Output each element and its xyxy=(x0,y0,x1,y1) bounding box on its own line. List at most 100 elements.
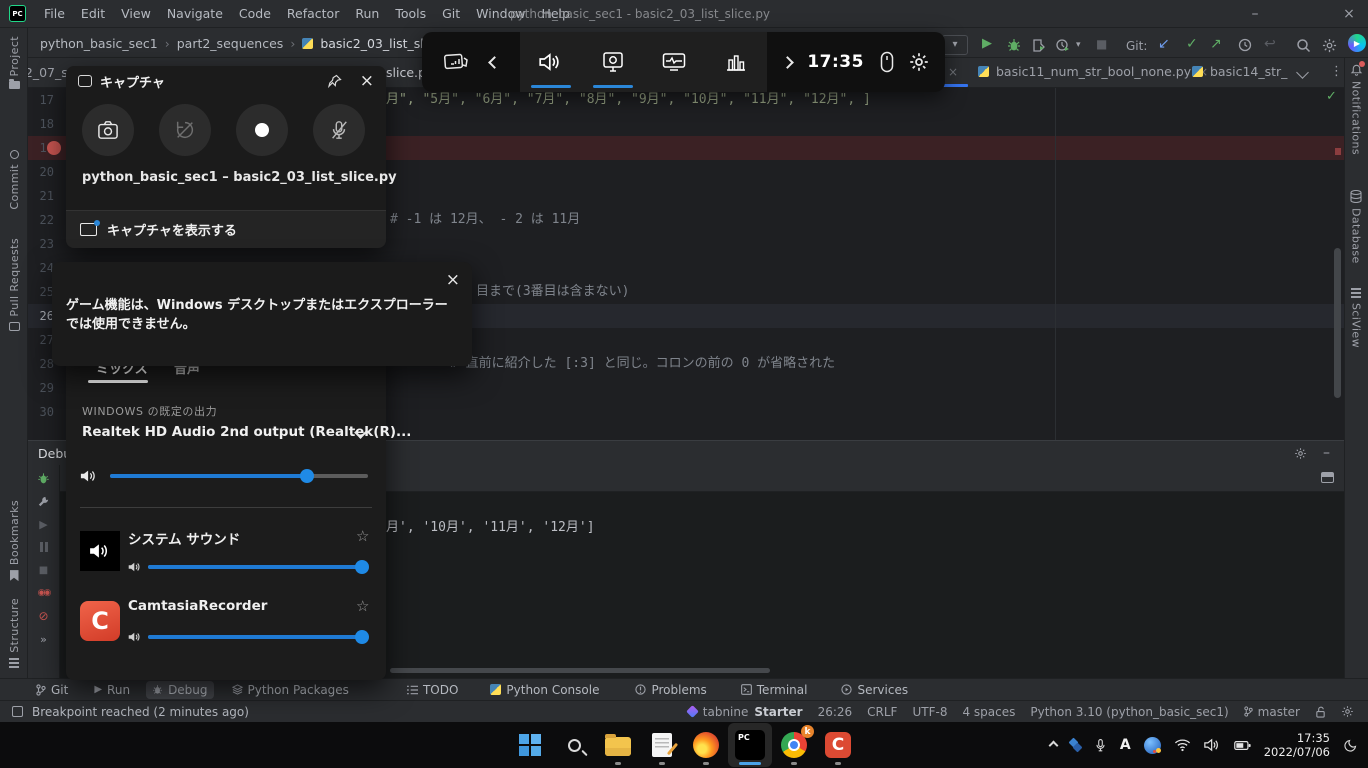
mouse-settings-icon[interactable] xyxy=(880,51,894,73)
screenshot-camera-button[interactable] xyxy=(82,104,134,156)
status-message[interactable]: Breakpoint reached (2 minutes ago) xyxy=(32,705,249,719)
run-button[interactable]: ▶ xyxy=(982,36,992,51)
tab-options-kebab-icon[interactable]: ⋮ xyxy=(1330,64,1343,79)
favorite-star-icon[interactable]: ☆ xyxy=(356,527,369,545)
focus-assist-moon-icon[interactable] xyxy=(1343,738,1358,753)
gamebar-chevron-left-icon[interactable] xyxy=(488,56,501,69)
stripe-database[interactable]: Database xyxy=(1344,190,1368,264)
layout-settings-icon[interactable] xyxy=(1321,472,1334,483)
tab-basic14[interactable]: basic14_str_arit xyxy=(1192,64,1288,79)
run-coverage-button[interactable] xyxy=(1032,38,1046,52)
taskbar-search-button[interactable] xyxy=(552,723,596,767)
toolbtn-terminal[interactable]: Terminal xyxy=(735,681,814,699)
git-push-button[interactable]: ↗ xyxy=(1210,36,1222,52)
ime-mode-icon[interactable]: A xyxy=(1120,737,1131,753)
stripe-bookmarks[interactable]: Bookmarks xyxy=(0,500,28,581)
rerun-debug-icon[interactable] xyxy=(37,471,51,485)
indent-style[interactable]: 4 spaces xyxy=(962,705,1015,719)
start-recording-button[interactable] xyxy=(236,104,288,156)
tabnine-widget[interactable]: tabnine Starter xyxy=(688,705,803,719)
menu-edit[interactable]: Edit xyxy=(73,0,113,28)
readonly-lock-icon[interactable] xyxy=(1315,706,1326,718)
toolbtn-python-packages[interactable]: Python Packages xyxy=(226,681,355,699)
git-commit-button[interactable]: ✓ xyxy=(1186,36,1198,52)
line-ending[interactable]: CRLF xyxy=(867,705,897,719)
console-horizontal-scrollbar[interactable] xyxy=(390,668,770,673)
search-everywhere-button[interactable] xyxy=(1296,38,1311,53)
battery-icon[interactable] xyxy=(1234,739,1251,752)
stripe-project[interactable]: Project xyxy=(0,36,28,89)
toolbtn-python-console[interactable]: Python Console xyxy=(484,681,605,699)
start-button[interactable] xyxy=(508,723,552,767)
view-breakpoints-icon[interactable]: ◉◉ xyxy=(37,586,51,600)
wifi-icon[interactable] xyxy=(1174,738,1191,752)
gamebar-settings-gear-icon[interactable] xyxy=(909,52,929,72)
tray-clock[interactable]: 17:35 2022/07/06 xyxy=(1264,731,1330,759)
pycharm-logo[interactable]: PC xyxy=(9,5,26,22)
breadcrumb-project[interactable]: python_basic_sec1 xyxy=(40,36,158,51)
git-branch-widget[interactable]: master xyxy=(1244,705,1300,719)
breadcrumb-package[interactable]: part2_sequences xyxy=(177,36,284,51)
tray-speaker-icon[interactable] xyxy=(1204,738,1221,752)
resume-program-icon[interactable]: ▶ xyxy=(37,517,51,531)
rollback-button[interactable]: ↩ xyxy=(1264,36,1276,52)
file-encoding[interactable]: UTF-8 xyxy=(912,705,947,719)
menu-file[interactable]: File xyxy=(36,0,73,28)
resources-widget-toggle[interactable] xyxy=(705,32,767,92)
stripe-pull-requests[interactable]: Pull Requests xyxy=(0,238,28,331)
tab-active-close[interactable]: × xyxy=(948,65,958,79)
show-captures-button[interactable]: キャプチャを表示する xyxy=(66,210,386,248)
master-volume-thumb[interactable] xyxy=(300,469,314,483)
git-update-button[interactable]: ↙ xyxy=(1158,36,1170,52)
panel-minimize-icon[interactable]: – xyxy=(1323,445,1330,461)
run-config-dropdown[interactable]: ▾ xyxy=(942,35,968,55)
menu-git[interactable]: Git xyxy=(434,0,468,28)
pin-icon[interactable] xyxy=(328,74,342,88)
menu-navigate[interactable]: Navigate xyxy=(159,0,231,28)
settings-button[interactable] xyxy=(1322,38,1337,53)
minimize-button[interactable]: – xyxy=(1240,0,1270,28)
menu-tools[interactable]: Tools xyxy=(387,0,434,28)
tab-basic11[interactable]: basic11_num_str_bool_none.py × xyxy=(978,64,1208,79)
menu-refactor[interactable]: Refactor xyxy=(279,0,347,28)
more-actions-chevrons[interactable]: » xyxy=(37,632,51,646)
search-plugin-icon[interactable]: ▶ xyxy=(1348,34,1366,52)
record-last-30s-button[interactable] xyxy=(159,104,211,156)
favorite-star-icon[interactable]: ☆ xyxy=(356,597,369,615)
mute-breakpoints-icon[interactable]: ⊘ xyxy=(37,609,51,623)
close-button[interactable]: × xyxy=(1334,0,1364,28)
caret-position[interactable]: 26:26 xyxy=(818,705,853,719)
menu-run[interactable]: Run xyxy=(347,0,387,28)
tray-sync-icon[interactable] xyxy=(1070,739,1081,751)
taskbar-chrome-button[interactable]: k xyxy=(772,723,816,767)
gamebar-chevron-right-icon[interactable] xyxy=(781,56,794,69)
tray-microphone-icon[interactable] xyxy=(1094,737,1107,754)
menu-code[interactable]: Code xyxy=(231,0,279,28)
widget-menu-icon[interactable] xyxy=(443,51,469,73)
status-gear-icon[interactable] xyxy=(1341,705,1354,718)
stop-process-icon[interactable]: ■ xyxy=(37,563,51,577)
pause-program-icon[interactable] xyxy=(37,540,51,554)
toast-close-icon[interactable]: × xyxy=(446,270,460,290)
audio-widget-toggle[interactable] xyxy=(520,32,582,92)
toolbtn-todo[interactable]: TODO xyxy=(401,681,464,699)
debug-button[interactable] xyxy=(1007,38,1021,52)
close-capture-icon[interactable]: × xyxy=(360,71,374,91)
ime-sphere-icon[interactable] xyxy=(1144,737,1161,754)
channel-volume-thumb[interactable] xyxy=(355,560,369,574)
taskbar-explorer-button[interactable] xyxy=(596,723,640,767)
taskbar-notepad-button[interactable] xyxy=(640,723,684,767)
toolbtn-run[interactable]: ▶ Run xyxy=(88,681,136,699)
toolbtn-problems[interactable]: Problems xyxy=(629,681,712,699)
inspections-ok-icon[interactable]: ✓ xyxy=(1326,89,1337,104)
toolbtn-git[interactable]: Git xyxy=(30,681,74,699)
mic-muted-button[interactable] xyxy=(313,104,365,156)
taskbar-pycharm-button[interactable]: PC xyxy=(728,723,772,767)
channel-volume-thumb[interactable] xyxy=(355,630,369,644)
taskbar-camtasia-button[interactable]: C xyxy=(816,723,860,767)
menu-view[interactable]: View xyxy=(113,0,159,28)
profiler-button[interactable] xyxy=(1056,38,1070,52)
history-button[interactable] xyxy=(1238,38,1252,52)
stripe-structure[interactable]: Structure xyxy=(0,598,28,668)
toolbtn-debug[interactable]: Debug xyxy=(146,681,213,699)
